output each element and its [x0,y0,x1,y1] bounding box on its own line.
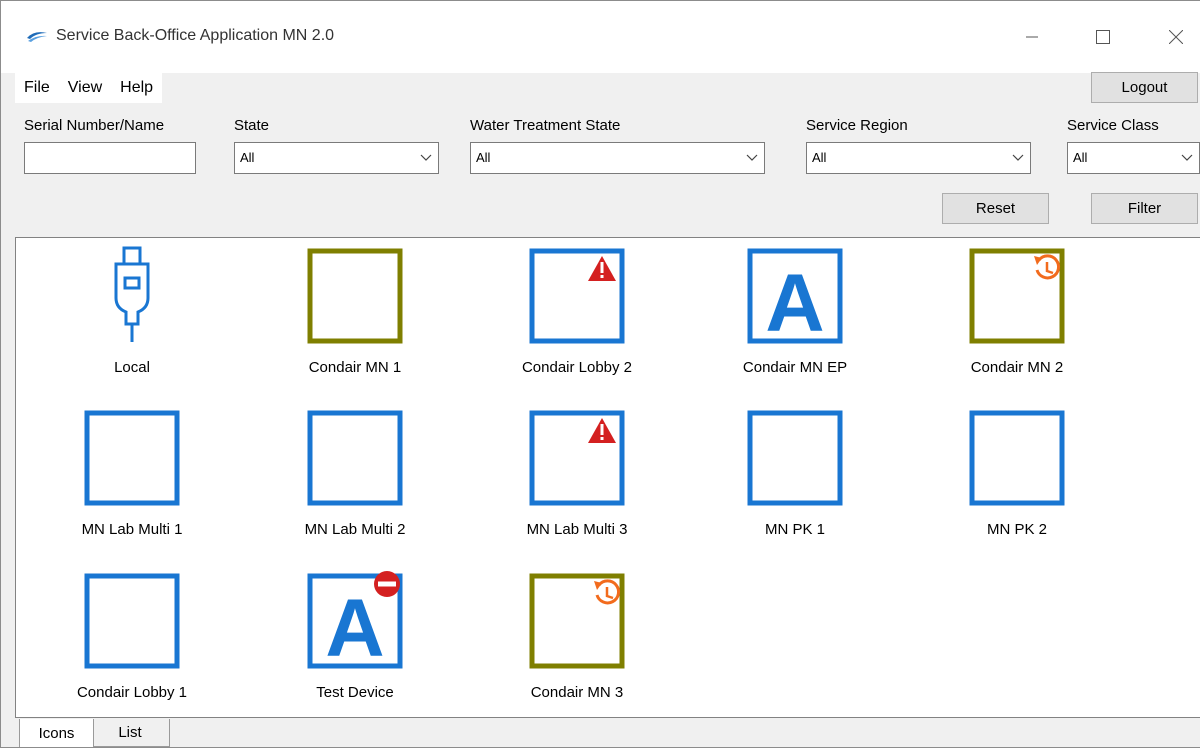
usb-connector-icon [82,246,182,346]
device-label: MN Lab Multi 1 [81,521,183,538]
chevron-down-icon [746,154,758,161]
device-label: Condair Lobby 1 [76,684,188,701]
device-label: MN PK 2 [986,521,1047,538]
close-icon [1169,30,1183,44]
app-logo-icon [26,28,48,44]
state-select[interactable]: All [234,142,439,174]
minimize-icon [1026,36,1038,38]
device-letter-a-icon: A [745,246,845,349]
device-square-icon [527,571,627,671]
device-tile[interactable]: MN PK 1 [710,408,880,558]
menu-help[interactable]: Help [111,73,162,103]
maximize-button[interactable] [1080,19,1126,55]
device-square-icon [82,571,182,671]
device-square-icon [527,246,627,346]
device-tile[interactable]: MN PK 2 [932,408,1102,558]
device-square-icon [527,408,627,508]
device-label: MN Lab Multi 2 [304,521,406,538]
device-label: Condair Lobby 2 [521,359,633,376]
menu-bar: File View Help [15,73,163,103]
app-window: Service Back-Office Application MN 2.0 F… [0,0,1200,748]
device-icons-panel: Local Condair MN 1 Condair Lobby 2 A Condair… [15,237,1200,718]
serial-input[interactable] [24,142,196,174]
menu-file[interactable]: File [15,73,59,103]
device-tile[interactable]: Local [47,246,217,396]
device-tile[interactable]: MN Lab Multi 3 [492,408,662,558]
chevron-down-icon [420,154,432,161]
tab-list[interactable]: List [90,719,170,747]
device-label: MN PK 1 [764,521,825,538]
reset-button[interactable]: Reset [942,193,1049,224]
device-tile[interactable]: Condair MN 1 [270,246,440,396]
serial-label: Serial Number/Name [24,117,165,134]
service-region-label: Service Region [806,117,908,134]
device-square-icon [305,246,405,346]
device-label: Test Device [316,684,394,701]
device-square-icon [967,408,1067,508]
device-label: Condair MN EP [742,359,848,376]
service-class-select-value: All [1073,150,1088,165]
service-region-select-value: All [812,150,827,165]
device-tile[interactable]: Condair MN 2 [932,246,1102,396]
device-tile[interactable]: MN Lab Multi 1 [47,408,217,558]
state-label: State [234,117,270,134]
logout-button[interactable]: Logout [1091,72,1198,103]
device-square-icon [967,246,1067,346]
device-square-icon [305,408,405,508]
svg-text:A: A [325,583,384,671]
minimize-button[interactable] [1009,19,1055,55]
device-label: Local [114,359,150,376]
device-tile[interactable]: Condair Lobby 1 [47,571,217,721]
device-tile[interactable]: Condair Lobby 2 [492,246,662,396]
service-class-label: Service Class [1067,117,1159,134]
water-treatment-select[interactable]: All [470,142,765,174]
device-tile[interactable]: MN Lab Multi 2 [270,408,440,558]
maximize-icon [1096,30,1110,44]
state-select-value: All [240,150,255,165]
svg-text:A: A [765,258,824,346]
title-bar: Service Back-Office Application MN 2.0 [1,1,1200,73]
device-tile[interactable]: A Condair MN EP [710,246,880,396]
device-square-icon [745,408,845,508]
chevron-down-icon [1181,154,1193,161]
menu-view[interactable]: View [59,73,111,103]
device-tile[interactable]: Condair MN 3 [492,571,662,721]
device-label: Condair MN 3 [530,684,624,701]
service-region-select[interactable]: All [806,142,1031,174]
device-letter-a-icon: A [305,571,405,674]
service-class-select[interactable]: All [1067,142,1200,174]
device-tile[interactable]: A Test Device [270,571,440,721]
device-label: Condair MN 2 [970,359,1064,376]
close-button[interactable] [1153,19,1199,55]
water-treatment-select-value: All [476,150,491,165]
water-treatment-label: Water Treatment State [470,117,621,134]
window-title: Service Back-Office Application MN 2.0 [56,27,335,44]
device-square-icon [82,408,182,508]
blocked-icon [374,571,400,597]
tab-icons[interactable]: Icons [19,719,94,747]
device-label: MN Lab Multi 3 [526,521,628,538]
filter-button[interactable]: Filter [1091,193,1198,224]
chevron-down-icon [1012,154,1024,161]
device-label: Condair MN 1 [308,359,402,376]
